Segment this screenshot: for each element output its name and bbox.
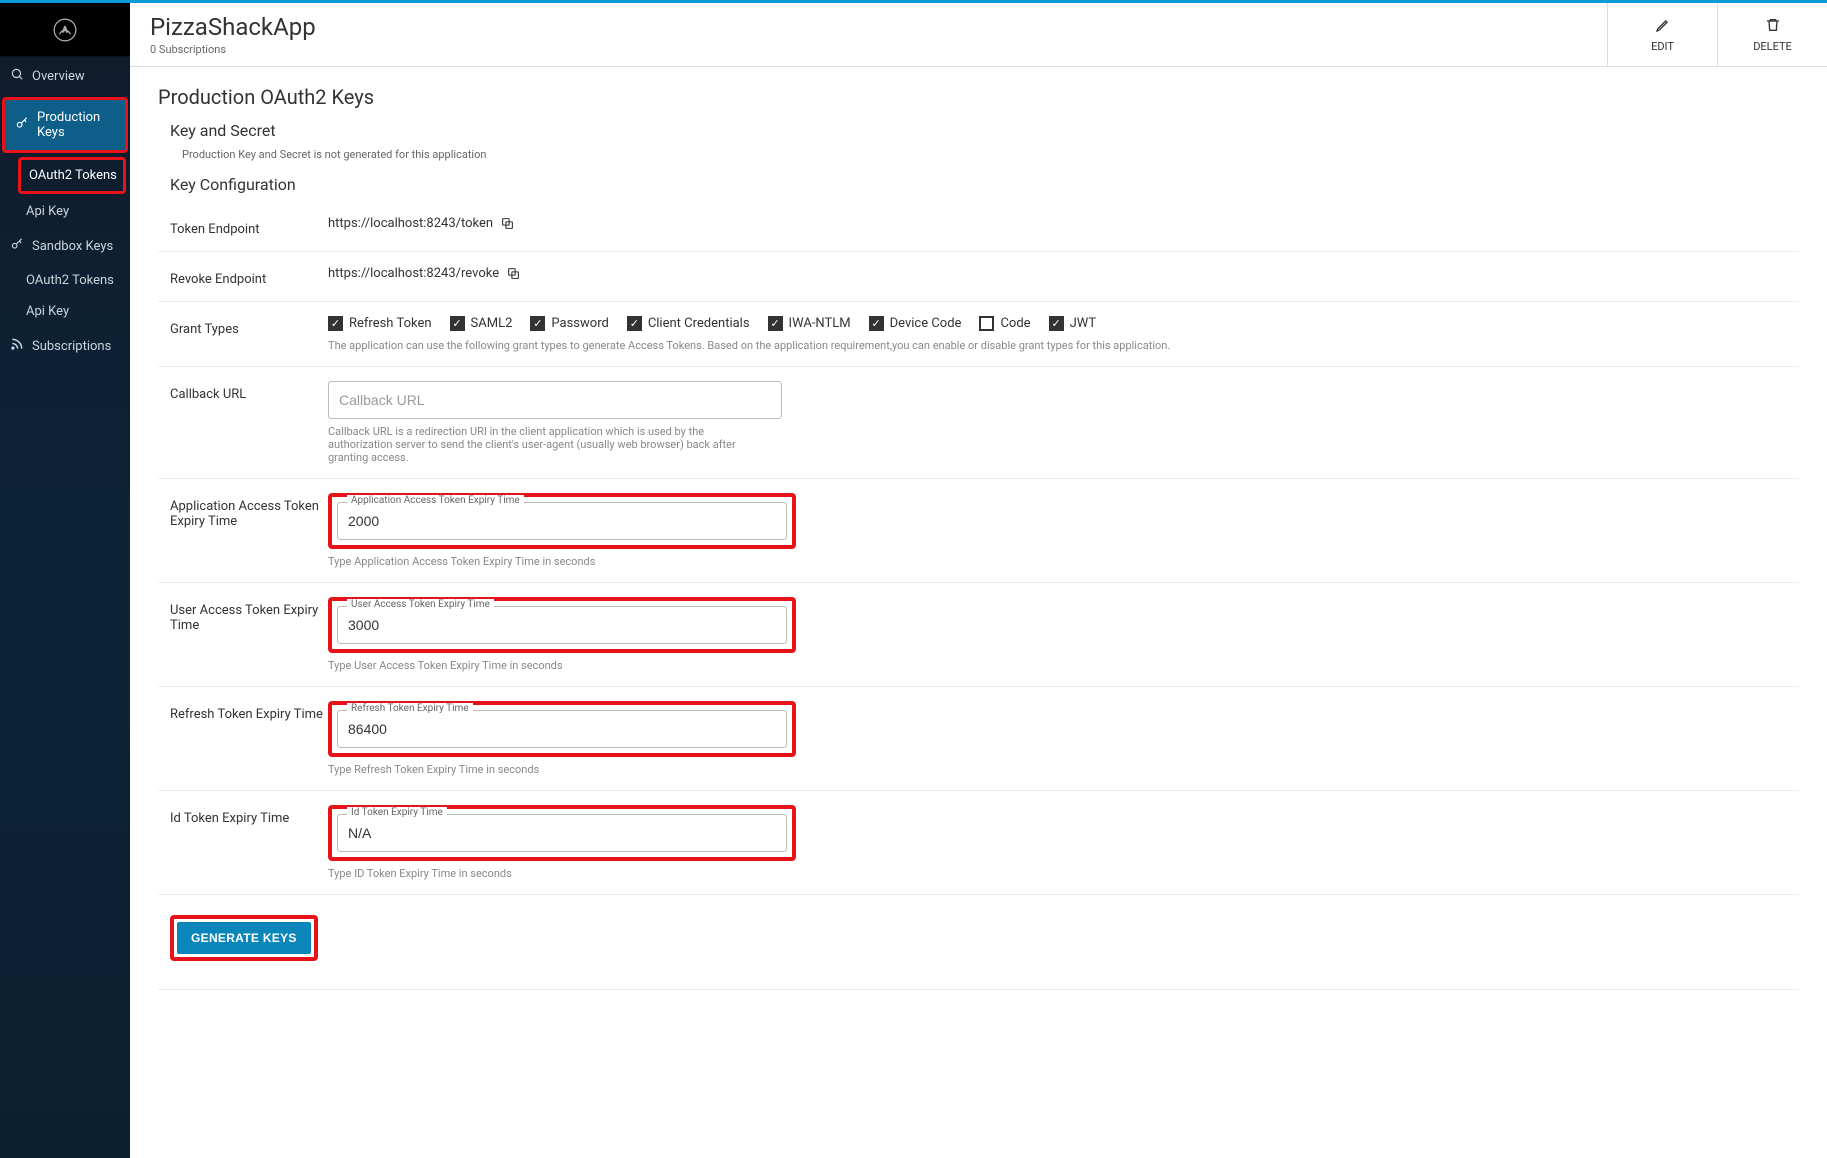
key-config-heading: Key Configuration: [170, 175, 1799, 194]
app-token-expiry-help: Type Application Access Token Expiry Tim…: [328, 555, 1799, 568]
key-icon: [15, 116, 29, 134]
sidebar-item-label: Production Keys: [37, 110, 115, 140]
refresh-token-expiry-input[interactable]: [348, 721, 776, 737]
grant-type-label: IWA-NTLM: [789, 316, 851, 331]
sidebar-item-sandbox-keys[interactable]: Sandbox Keys: [0, 227, 130, 265]
main-content: PizzaShackApp 0 Subscriptions EDIT DELET…: [130, 3, 1827, 1158]
overview-icon: [10, 67, 24, 85]
checkbox-icon: [328, 316, 343, 331]
sidebar-item-overview[interactable]: Overview: [0, 57, 130, 95]
grant-types-note: The application can use the following gr…: [328, 339, 1799, 352]
checkbox-icon: [979, 316, 994, 331]
checkbox-icon: [1049, 316, 1064, 331]
sidebar-sub-oauth2-tokens-prod[interactable]: OAuth2 Tokens: [21, 160, 123, 191]
grant-type-checkbox[interactable]: Device Code: [869, 316, 962, 331]
key-icon: [10, 237, 24, 255]
revoke-endpoint-label: Revoke Endpoint: [158, 266, 328, 287]
checkbox-icon: [627, 316, 642, 331]
app-token-expiry-input[interactable]: [348, 513, 776, 529]
app-token-expiry-label: Application Access Token Expiry Time: [158, 493, 328, 529]
checkbox-icon: [768, 316, 783, 331]
app-title: PizzaShackApp: [150, 13, 1587, 41]
refresh-token-expiry-label: Refresh Token Expiry Time: [158, 701, 328, 722]
grant-type-checkbox[interactable]: IWA-NTLM: [768, 316, 851, 331]
token-endpoint-row: Token Endpoint https://localhost:8243/to…: [158, 202, 1799, 252]
app-logo: A: [0, 3, 130, 57]
grant-types-row: Grant Types Refresh Token SAML2 Password Cl…: [158, 302, 1799, 367]
user-token-expiry-help: Type User Access Token Expiry Time in se…: [328, 659, 1799, 672]
grant-types-label: Grant Types: [158, 316, 328, 337]
grant-type-checkbox[interactable]: Password: [530, 316, 608, 331]
edit-label: EDIT: [1651, 40, 1674, 53]
sidebar-item-subscriptions[interactable]: Subscriptions: [0, 327, 130, 365]
revoke-endpoint-row: Revoke Endpoint https://localhost:8243/r…: [158, 252, 1799, 302]
sidebar-sub-oauth2-tokens-sandbox[interactable]: OAuth2 Tokens: [0, 265, 130, 296]
key-secret-heading: Key and Secret: [170, 121, 1799, 140]
id-token-expiry-help: Type ID Token Expiry Time in seconds: [328, 867, 1799, 880]
revoke-endpoint-value: https://localhost:8243/revoke: [328, 266, 499, 281]
key-secret-note: Production Key and Secret is not generat…: [182, 148, 1799, 161]
user-token-float-label: User Access Token Expiry Time: [347, 599, 494, 610]
edit-button[interactable]: EDIT: [1607, 3, 1717, 66]
grant-type-label: JWT: [1070, 316, 1097, 331]
copy-icon[interactable]: [501, 217, 514, 230]
callback-url-help: Callback URL is a redirection URI in the…: [328, 425, 768, 464]
sidebar-sub-api-key-sandbox[interactable]: Api Key: [0, 296, 130, 327]
grant-type-checkbox[interactable]: Code: [979, 316, 1030, 331]
id-token-float-label: Id Token Expiry Time: [347, 807, 447, 818]
id-token-expiry-row: Id Token Expiry Time Id Token Expiry Tim…: [158, 791, 1799, 895]
user-token-expiry-label: User Access Token Expiry Time: [158, 597, 328, 633]
svg-text:A: A: [63, 25, 68, 34]
token-endpoint-value: https://localhost:8243/token: [328, 216, 493, 231]
generate-keys-button[interactable]: GENERATE KEYS: [177, 922, 311, 954]
sidebar: A Overview Production Keys OAuth2 Tokens…: [0, 3, 130, 1158]
trash-icon: [1765, 17, 1781, 36]
sidebar-item-label: Sandbox Keys: [32, 239, 113, 254]
sidebar-item-label: Subscriptions: [32, 339, 111, 354]
app-token-expiry-row: Application Access Token Expiry Time App…: [158, 479, 1799, 583]
checkbox-icon: [450, 316, 465, 331]
grant-type-label: Refresh Token: [349, 316, 432, 331]
callback-url-label: Callback URL: [158, 381, 328, 402]
page-title: Production OAuth2 Keys: [158, 85, 1799, 109]
user-token-expiry-input[interactable]: [348, 617, 776, 633]
grant-type-checkbox[interactable]: SAML2: [450, 316, 513, 331]
id-token-expiry-label: Id Token Expiry Time: [158, 805, 328, 826]
grant-type-label: Device Code: [890, 316, 962, 331]
refresh-token-expiry-help: Type Refresh Token Expiry Time in second…: [328, 763, 1799, 776]
token-endpoint-label: Token Endpoint: [158, 216, 328, 237]
callback-url-row: Callback URL Callback URL is a redirecti…: [158, 367, 1799, 479]
sidebar-sub-api-key-prod[interactable]: Api Key: [0, 196, 130, 227]
pencil-icon: [1655, 17, 1671, 36]
checkbox-icon: [530, 316, 545, 331]
subscriptions-count: 0 Subscriptions: [150, 43, 1587, 56]
delete-button[interactable]: DELETE: [1717, 3, 1827, 66]
grant-type-checkbox[interactable]: JWT: [1049, 316, 1097, 331]
topbar: PizzaShackApp 0 Subscriptions EDIT DELET…: [130, 3, 1827, 67]
grant-type-label: Password: [551, 316, 608, 331]
grant-type-label: SAML2: [471, 316, 513, 331]
app-token-float-label: Application Access Token Expiry Time: [347, 495, 524, 506]
sidebar-item-label: Overview: [32, 69, 85, 84]
id-token-expiry-input[interactable]: [348, 825, 776, 841]
delete-label: DELETE: [1753, 40, 1792, 53]
callback-url-input[interactable]: [339, 392, 771, 408]
sidebar-item-production-keys[interactable]: Production Keys: [5, 100, 125, 150]
copy-icon[interactable]: [507, 267, 520, 280]
checkbox-icon: [869, 316, 884, 331]
grant-type-checkbox[interactable]: Client Credentials: [627, 316, 750, 331]
grant-type-label: Client Credentials: [648, 316, 750, 331]
user-token-expiry-row: User Access Token Expiry Time User Acces…: [158, 583, 1799, 687]
grant-type-label: Code: [1000, 316, 1030, 331]
divider: [158, 989, 1799, 990]
refresh-token-float-label: Refresh Token Expiry Time: [347, 703, 473, 714]
refresh-token-expiry-row: Refresh Token Expiry Time Refresh Token …: [158, 687, 1799, 791]
grant-type-checkbox[interactable]: Refresh Token: [328, 316, 432, 331]
rss-icon: [10, 337, 24, 355]
